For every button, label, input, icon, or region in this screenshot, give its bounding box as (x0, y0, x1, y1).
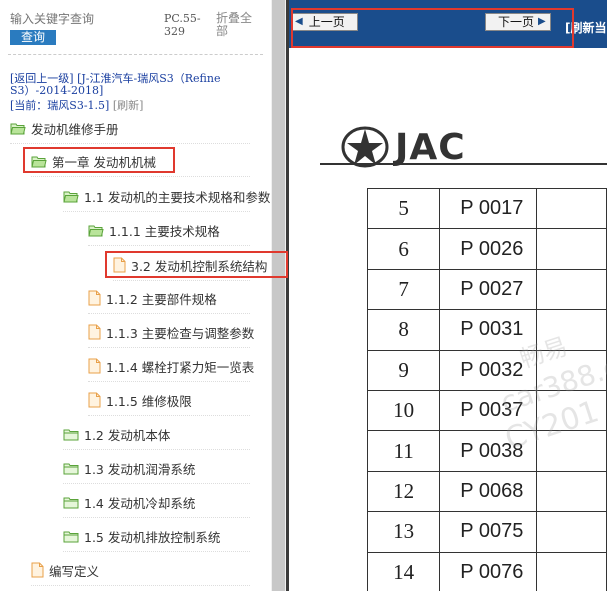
tree-item-label: 1.1.3 主要检查与调整参数 (106, 325, 255, 341)
document-icon (88, 358, 101, 374)
tree-item[interactable]: 1.1 发动机的主要技术规格和参数 (63, 185, 270, 207)
tree-separator (88, 245, 250, 246)
tree-item-label: 1.2 发动机本体 (84, 427, 171, 443)
row-number: 9 (366, 349, 441, 391)
search-input[interactable] (10, 12, 160, 26)
tree-item[interactable]: 1.4 发动机冷却系统 (63, 491, 195, 513)
tree-item[interactable]: 1.1.1 主要技术规格 (88, 219, 220, 241)
current-label: [当前：瑞风S3-1.5] (10, 99, 110, 112)
tree-separator (88, 313, 250, 314)
doc-code: PC.55-329 (164, 12, 201, 38)
tree-item-label: 1.1.4 螺栓打紧力矩一览表 (106, 359, 255, 375)
row-number: 6 (366, 228, 441, 270)
tree-separator (10, 143, 250, 144)
tree-item[interactable]: 1.3 发动机润滑系统 (63, 457, 195, 479)
folder-icon (63, 462, 79, 475)
tree-separator (31, 176, 250, 177)
tree-item[interactable]: 发动机维修手册 (10, 117, 119, 139)
row-number: 14 (366, 551, 441, 591)
tree-item[interactable]: 1.1.3 主要检查与调整参数 (88, 321, 254, 343)
tree-separator (63, 551, 250, 552)
search-button[interactable]: 查询 (10, 30, 56, 45)
left-pane: 查询 PC.55-329 折叠全部 [返回上一级] [J-江淮汽车-瑞风S3（R… (0, 0, 271, 591)
row-extra (536, 228, 607, 270)
tree-item[interactable]: 1.1.2 主要部件规格 (88, 287, 217, 309)
divider-line (8, 54, 263, 55)
document-icon (31, 562, 44, 578)
table-row: 13 P 0075 (366, 511, 607, 553)
table-row: 5P 0017 (366, 187, 607, 230)
row-page[interactable]: P 0027 (439, 268, 538, 311)
tree-separator (31, 585, 250, 586)
tree-item[interactable]: 1.2 发动机本体 (63, 423, 170, 445)
right-pane: ◀ 上一页 下一页 ▶ [刷新当 JAC 5P 0017 6 P 0026 7 P 00… (289, 0, 607, 591)
tree-item-label: 1.1.2 主要部件规格 (106, 291, 217, 307)
table-row: 7P 0027 (366, 268, 607, 311)
tree-item-label: 1.3 发动机润滑系统 (84, 461, 196, 477)
document-icon (88, 392, 101, 408)
tree-separator (63, 449, 250, 450)
row-number: 13 (366, 511, 441, 553)
row-number: 11 (366, 430, 441, 472)
toolbar-highlight-box (291, 8, 574, 48)
folder-open-icon (10, 122, 26, 135)
row-page[interactable]: P 0068 (439, 470, 538, 513)
row-number: 7 (366, 268, 441, 311)
folder-open-icon (88, 224, 104, 237)
folder-icon (63, 428, 79, 441)
table-row: 6P 0026 (366, 228, 607, 270)
tree-item-label: 发动机维修手册 (31, 121, 119, 137)
tree-item[interactable]: 1.1.5 维修极限 (88, 389, 192, 411)
row-extra (536, 511, 607, 553)
tree-separator (63, 211, 250, 212)
scrollbar-thumb[interactable] (272, 0, 285, 591)
document-page: JAC 5P 0017 6 P 0026 7 P 0027 8 P 0031 9 P 0032 1… (289, 48, 607, 591)
row-extra (536, 551, 607, 591)
document-icon (88, 290, 101, 306)
tree-separator (113, 280, 250, 281)
tree-item-label: 1.1 发动机的主要技术规格和参数 (84, 189, 271, 205)
row-number: 5 (366, 187, 441, 230)
header-rule (320, 163, 607, 165)
tree-item-label: 1.1.1 主要技术规格 (109, 223, 220, 239)
row-extra (536, 268, 607, 311)
folder-icon (63, 530, 79, 543)
chapter-highlight-box (23, 147, 175, 173)
breadcrumb: [返回上一级] [J-江淮汽车-瑞风S3（Refine S3）-2014-201… (10, 73, 260, 97)
row-number: 10 (366, 389, 441, 432)
folder-icon (63, 496, 79, 509)
tree-separator (63, 517, 250, 518)
row-page[interactable]: P 0075 (439, 511, 538, 553)
tree-item-label: 1.5 发动机排放控制系统 (84, 529, 221, 545)
row-page[interactable]: P 0017 (439, 187, 538, 230)
table-row: 12 P 0068 (366, 470, 607, 513)
row-number: 8 (366, 309, 441, 351)
table-row: 8P 0031 (366, 309, 607, 351)
row-page[interactable]: P 0076 (439, 551, 538, 591)
row-extra (536, 187, 607, 230)
tree-item-label: 1.1.5 维修极限 (106, 393, 192, 409)
tree-separator (63, 483, 250, 484)
collapse-all-button[interactable]: 折叠全部 (216, 12, 256, 38)
tree-item[interactable]: 编写定义 (31, 559, 99, 581)
row-number: 12 (366, 470, 441, 513)
tree-item-label: 编写定义 (49, 563, 100, 579)
row-page[interactable]: P 0026 (439, 228, 538, 270)
folder-open-icon (63, 190, 79, 203)
row-extra (536, 470, 607, 513)
tree-item[interactable]: 1.1.4 螺栓打紧力矩一览表 (88, 355, 254, 377)
tree-separator (88, 381, 250, 382)
tree-item-label: 1.4 发动机冷却系统 (84, 495, 196, 511)
selected-item-highlight-box (105, 251, 288, 278)
current-location: [当前：瑞风S3-1.5] [刷新] (10, 97, 143, 113)
logo-text: JAC (395, 126, 466, 168)
tree-separator (88, 347, 250, 348)
table-row: 14 P 0076 (366, 551, 607, 591)
tree-separator (88, 415, 250, 416)
refresh-link[interactable]: [刷新] (113, 99, 144, 112)
document-icon (88, 324, 101, 340)
tree-item[interactable]: 1.5 发动机排放控制系统 (63, 525, 220, 547)
